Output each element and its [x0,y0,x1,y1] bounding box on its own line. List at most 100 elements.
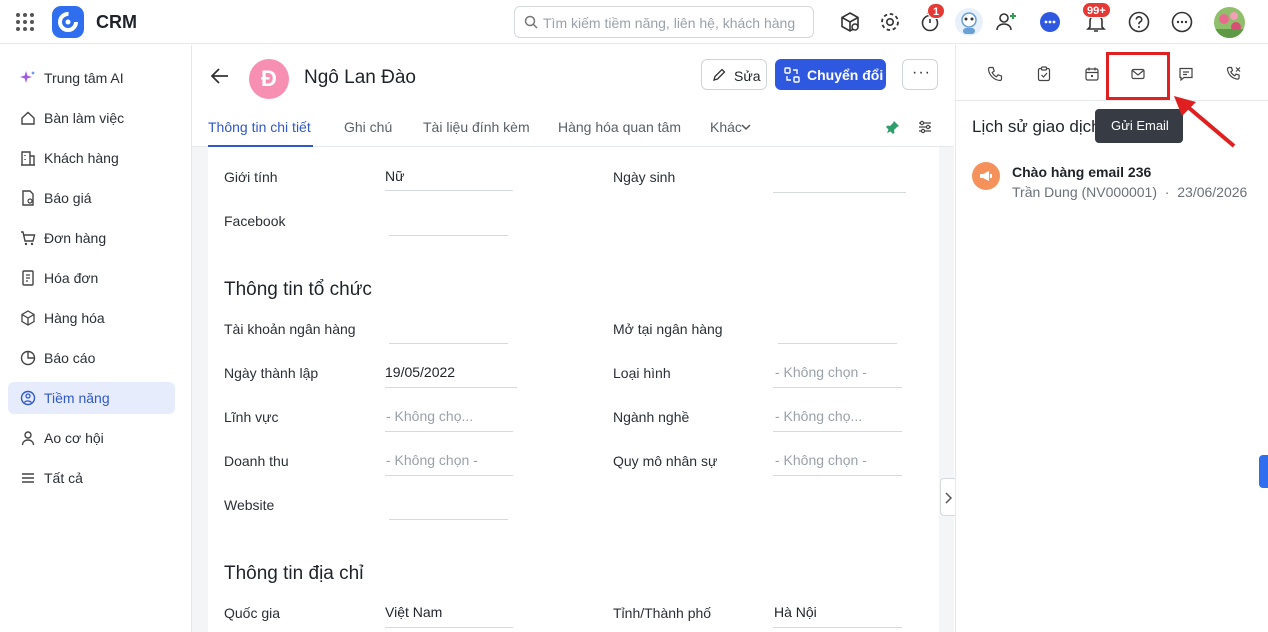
search-input[interactable] [543,13,805,33]
edit-button[interactable]: Sửa [701,59,767,90]
tab-attachments[interactable]: Tài liệu đính kèm [423,119,530,135]
chat-icon[interactable] [1038,10,1062,34]
phone-icon[interactable] [987,66,1003,82]
apps-grid-icon[interactable] [15,12,35,32]
org-section-title: Thông tin tổ chức [224,279,372,300]
detail-tabs: Thông tin chi tiết Ghi chú Tài liệu đính… [192,107,954,147]
industry-select[interactable]: - Không chọ... [775,408,862,424]
chevron-down-icon[interactable] [741,124,751,131]
founded-value[interactable]: 19/05/2022 [385,364,455,380]
sidebar-item-quotes[interactable]: Báo giá [8,182,175,214]
sidebar-item-opportunity-pool[interactable]: Ao cơ hội [8,422,175,454]
users-icon [21,431,35,446]
add-user-icon[interactable] [994,10,1018,34]
facebook-label: Facebook [224,213,286,229]
timer-badge: 1 [927,3,945,19]
package-search-icon[interactable] [838,10,862,34]
settings-sliders-icon[interactable] [918,120,932,134]
edit-button-label: Sửa [734,68,761,84]
user-avatar[interactable] [1214,7,1245,38]
sidebar-item-orders[interactable]: Đơn hàng [8,222,175,254]
sidebar-item-label: Bàn làm việc [44,110,125,126]
website-label: Website [224,497,275,513]
chart-pie-icon [20,350,36,366]
revenue-select[interactable]: - Không chọn - [386,452,478,468]
more-options-icon[interactable] [1170,10,1194,34]
separator-dot: · [1160,184,1174,200]
task-icon[interactable] [1036,66,1052,82]
history-item-title[interactable]: Chào hàng email 236 [1012,164,1151,180]
sidebar-item-label: Báo cáo [44,350,96,366]
bank-at-label: Mở tại ngân hàng [613,321,723,337]
history-item-date: 23/06/2026 [1177,184,1248,200]
home-icon [21,111,35,125]
more-actions-button[interactable]: ··· [902,59,938,90]
pointer-arrow-icon [1174,96,1236,148]
country-label: Quốc gia [224,605,281,621]
field-underline [773,431,902,432]
highlight-box [1106,52,1170,100]
tab-notes[interactable]: Ghi chú [344,119,392,135]
field-underline [385,627,513,628]
sidebar-item-label: Đơn hàng [44,230,107,246]
bank-at-field[interactable] [778,343,897,344]
global-search[interactable] [514,6,814,38]
calendar-icon[interactable] [1084,66,1100,82]
pin-icon[interactable] [886,120,900,134]
website-field[interactable] [389,519,508,520]
founded-label: Ngày thành lập [224,365,319,381]
box-icon [21,310,35,326]
tab-interested-products[interactable]: Hàng hóa quan tâm [558,119,681,135]
sparkle-icon [20,71,35,83]
city-value[interactable]: Hà Nội [774,604,817,620]
sidebar-item-reports[interactable]: Báo cáo [8,342,175,374]
sidebar-item-label: Khách hàng [44,150,119,166]
menu-icon [22,473,34,483]
field-underline [385,431,513,432]
field-underline [385,190,513,191]
sidebar-item-ai-center[interactable]: Trung tâm AI [8,62,175,94]
pencil-icon [713,68,726,81]
tab-other[interactable]: Khác [710,119,742,135]
sidebar-item-products[interactable]: Hàng hóa [8,302,175,334]
message-icon[interactable] [1178,66,1194,82]
city-label: Tỉnh/Thành phố [613,605,712,621]
side-panel-toggle[interactable] [1259,455,1268,488]
sidebar-item-leads[interactable]: Tiềm năng [8,382,175,414]
staff-size-select[interactable]: - Không chọn - [775,452,867,468]
sidebar-item-invoices[interactable]: Hóa đơn [8,262,175,294]
cart-icon [21,231,36,246]
top-bar: CRM 1 99+ [0,0,1268,44]
gear-icon[interactable] [878,10,902,34]
tab-details[interactable]: Thông tin chi tiết [208,119,311,135]
country-value[interactable]: Việt Nam [385,604,442,620]
sidebar-item-all[interactable]: Tất cả [8,462,175,494]
sidebar-item-customers[interactable]: Khách hàng [8,142,175,174]
lead-detail-main: Đ Ngô Lan Đào Sửa Chuyển đổi ··· Thông t… [192,45,954,632]
convert-icon [784,67,800,83]
type-select[interactable]: - Không chọn - [775,364,867,380]
facebook-field[interactable] [389,235,508,236]
field-select[interactable]: - Không chọ... [386,408,473,424]
collapse-panel-button[interactable] [940,478,956,516]
sidebar-item-label: Báo giá [44,190,92,206]
search-icon [524,15,538,29]
tooltip-text: Gửi Email [1111,118,1169,133]
birthday-field[interactable] [773,192,906,193]
crm-logo[interactable] [52,6,84,38]
bank-account-field[interactable] [389,343,508,344]
sidebar-item-workspace[interactable]: Bàn làm việc [8,102,175,134]
invoice-icon [22,270,34,286]
detail-card: Giới tính Nữ Ngày sinh Facebook Thông ti… [208,147,939,632]
field-label: Lĩnh vực [224,409,279,425]
field-underline [773,475,902,476]
history-item-meta: Trần Dung (NV000001) · 23/06/2026 [1012,184,1247,200]
field-underline [385,387,517,388]
gender-label: Giới tính [224,169,278,185]
convert-button[interactable]: Chuyển đổi [775,59,886,90]
call-log-icon[interactable] [1226,66,1242,82]
gender-value[interactable]: Nữ [385,168,404,184]
help-icon[interactable] [1127,10,1151,34]
back-arrow-icon[interactable] [210,67,230,85]
assistant-avatar[interactable] [955,8,983,36]
